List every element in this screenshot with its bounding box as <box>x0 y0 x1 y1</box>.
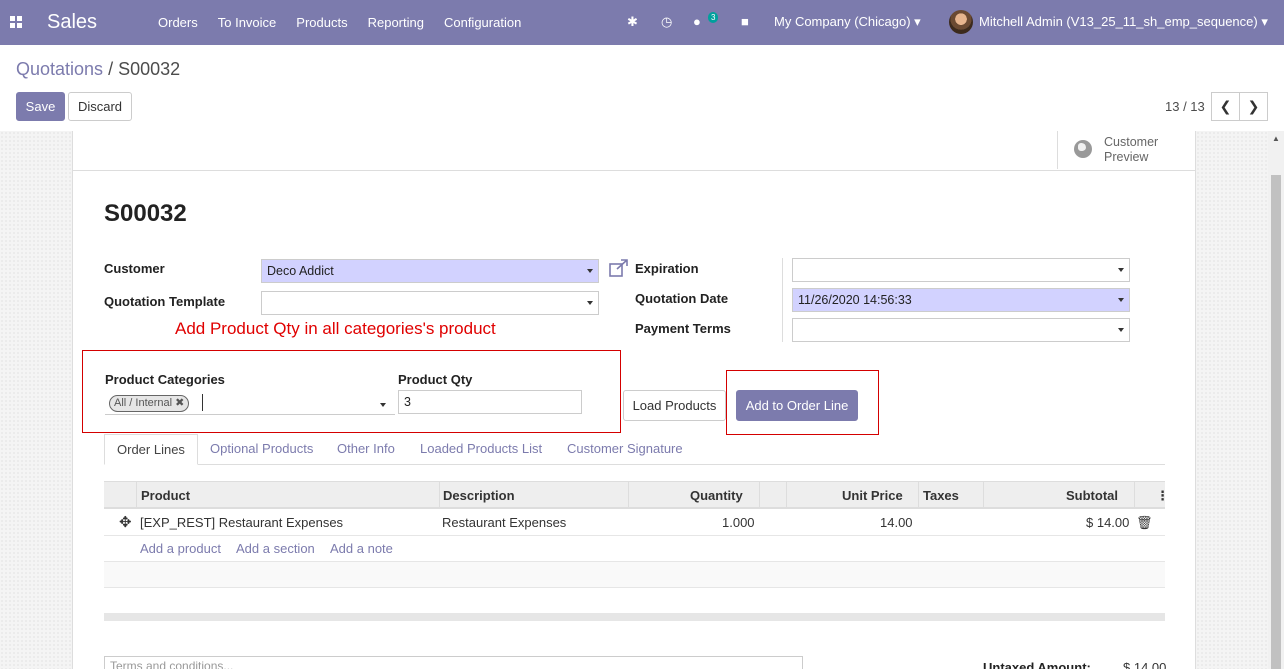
column-subtotal[interactable]: Subtotal <box>1066 488 1118 503</box>
expiration-field[interactable] <box>792 258 1130 282</box>
quotation-template-label: Quotation Template <box>104 294 226 309</box>
user-menu[interactable]: Mitchell Admin (V13_25_11_sh_emp_sequenc… <box>979 14 1268 30</box>
tab-order-lines[interactable]: Order Lines <box>104 434 198 465</box>
tag-remove-icon[interactable]: ✖ <box>175 397 184 409</box>
category-tag-label: All / Internal <box>114 397 173 409</box>
empty-row <box>104 562 1165 588</box>
customer-value: Deco Addict <box>267 264 334 278</box>
terms-and-conditions-field[interactable]: Terms and conditions... <box>104 656 803 669</box>
tab-loaded-products-list[interactable]: Loaded Products List <box>420 441 542 456</box>
discard-button[interactable]: Discard <box>68 92 132 121</box>
customer-field[interactable]: Deco Addict <box>261 259 599 283</box>
column-description[interactable]: Description <box>443 488 515 503</box>
column-quantity[interactable]: Quantity <box>690 488 743 503</box>
quotation-date-field[interactable]: 11/26/2020 14:56:33 <box>792 288 1130 312</box>
category-tag[interactable]: All / Internal ✖ <box>109 395 190 412</box>
chevron-down-icon <box>1118 268 1124 272</box>
breadcrumb-quotations[interactable]: Quotations <box>16 59 103 79</box>
customer-preview-label: Customer Preview <box>1104 135 1158 165</box>
chevron-down-icon <box>1118 298 1124 302</box>
clock-icon[interactable]: ◷ <box>661 14 672 30</box>
globe-icon <box>1074 140 1092 158</box>
messages-badge: 3 <box>708 12 719 23</box>
menu-configuration[interactable]: Configuration <box>444 15 521 30</box>
column-product[interactable]: Product <box>141 488 190 503</box>
untaxed-amount-label: Untaxed Amount: <box>983 660 1091 669</box>
table-row[interactable]: ✥ [EXP_REST] Restaurant Expenses Restaur… <box>104 509 1165 536</box>
row-subtotal: $ 14.00 <box>1086 515 1130 530</box>
main-menu: Orders To Invoice Products Reporting Con… <box>158 15 521 30</box>
menu-reporting[interactable]: Reporting <box>368 15 424 30</box>
table-footer <box>104 613 1165 621</box>
breadcrumb: Quotations / S00032 <box>16 59 180 80</box>
add-line-row: Add a product Add a section Add a note <box>104 536 1165 562</box>
bug-icon[interactable]: ✱ <box>627 14 638 30</box>
chat-icon[interactable]: ● <box>693 14 701 29</box>
sheet-button-box: Customer Preview <box>73 131 1195 171</box>
chevron-down-icon <box>587 269 593 273</box>
annotation-text: Add Product Qty in all categories's prod… <box>175 319 496 338</box>
row-quantity: 1.000 <box>722 515 755 530</box>
breadcrumb-separator: / <box>103 59 119 79</box>
payment-terms-label: Payment Terms <box>635 321 731 336</box>
trash-icon[interactable]: 🗑 <box>1136 515 1153 531</box>
gift-icon[interactable]: ■ <box>741 14 749 29</box>
product-qty-label: Product Qty <box>398 372 473 387</box>
drag-handle-icon[interactable]: ✥ <box>119 513 132 531</box>
save-button[interactable]: Save <box>16 92 65 121</box>
chevron-down-icon <box>587 301 593 305</box>
preview-line-1: Customer <box>1104 135 1159 149</box>
order-lines-header: Product Description Quantity Unit Price … <box>104 481 1169 509</box>
row-description: Restaurant Expenses <box>442 515 567 530</box>
chevron-down-icon <box>380 403 386 407</box>
row-unit-price: 14.00 <box>880 515 913 530</box>
column-options-icon[interactable]: ⋮ <box>1156 488 1169 504</box>
group-divider <box>782 258 783 342</box>
company-switcher[interactable]: My Company (Chicago) ▾ <box>774 14 921 30</box>
add-note-link[interactable]: Add a note <box>330 541 393 556</box>
app-name[interactable]: Sales <box>47 11 97 34</box>
menu-orders[interactable]: Orders <box>158 15 198 30</box>
quotation-date-value: 11/26/2020 14:56:33 <box>798 293 912 307</box>
add-product-link[interactable]: Add a product <box>140 541 221 556</box>
column-taxes[interactable]: Taxes <box>923 488 959 503</box>
chevron-down-icon <box>1118 328 1124 332</box>
add-section-link[interactable]: Add a section <box>236 541 315 556</box>
customer-label: Customer <box>104 261 165 276</box>
preview-line-2: Preview <box>1104 150 1149 164</box>
quotation-template-field[interactable] <box>261 291 599 315</box>
pager-value: 13 / 13 <box>1165 99 1205 114</box>
add-to-order-line-button[interactable]: Add to Order Line <box>736 390 858 421</box>
top-navbar: Sales Orders To Invoice Products Reporti… <box>0 0 1284 45</box>
payment-terms-field[interactable] <box>792 318 1130 342</box>
expiration-label: Expiration <box>635 261 699 276</box>
user-name: Mitchell Admin (V13_25_11_sh_emp_sequenc… <box>979 14 1258 29</box>
tab-other-info[interactable]: Other Info <box>337 441 395 456</box>
tab-customer-signature[interactable]: Customer Signature <box>567 441 683 456</box>
tabs-divider <box>104 464 1165 465</box>
product-categories-label: Product Categories <box>105 372 225 387</box>
order-title: S00032 <box>104 200 187 227</box>
user-avatar[interactable] <box>949 10 973 34</box>
quotation-date-label: Quotation Date <box>635 291 729 306</box>
pager-next-icon[interactable]: ❯ <box>1239 92 1268 121</box>
menu-products[interactable]: Products <box>296 15 347 30</box>
untaxed-amount-value: $ 14.00 <box>1123 660 1167 669</box>
load-products-button[interactable]: Load Products <box>623 390 726 421</box>
scroll-up-icon[interactable]: ▲ <box>1272 134 1280 143</box>
pager-previous-icon[interactable]: ❮ <box>1211 92 1240 121</box>
scrollbar-thumb[interactable] <box>1271 175 1281 669</box>
external-link-icon[interactable] <box>608 258 631 280</box>
customer-preview-button[interactable]: Customer Preview <box>1057 131 1197 169</box>
text-cursor <box>202 394 203 411</box>
product-qty-input[interactable]: 3 <box>398 390 582 414</box>
company-name: My Company (Chicago) <box>774 14 911 29</box>
tab-optional-products[interactable]: Optional Products <box>210 441 313 456</box>
apps-menu-icon[interactable] <box>10 16 22 28</box>
breadcrumb-current: S00032 <box>118 59 181 79</box>
column-unit-price[interactable]: Unit Price <box>842 488 903 503</box>
menu-to-invoice[interactable]: To Invoice <box>218 15 277 30</box>
row-product: [EXP_REST] Restaurant Expenses <box>140 515 344 530</box>
